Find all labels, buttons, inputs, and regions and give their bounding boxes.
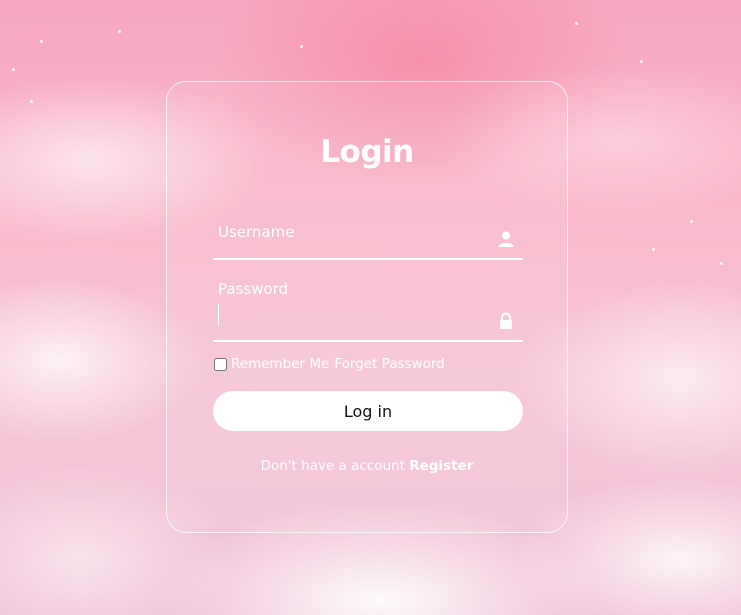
sparkle xyxy=(30,100,33,103)
lock-icon xyxy=(500,312,512,329)
sparkle xyxy=(118,30,121,33)
username-input[interactable] xyxy=(217,220,491,248)
sparkle xyxy=(575,22,578,25)
sparkle xyxy=(300,45,303,48)
login-card: Login Username Password Remember Me Forg… xyxy=(166,81,568,533)
login-button[interactable]: Log in xyxy=(213,391,523,431)
password-label: Password xyxy=(218,280,289,298)
username-field[interactable]: Username xyxy=(213,210,523,260)
register-row: Don't have a account Register xyxy=(167,458,567,474)
login-title: Login xyxy=(320,134,414,170)
register-link[interactable]: Register xyxy=(409,458,473,474)
sparkle xyxy=(720,262,723,265)
sparkle xyxy=(640,60,643,63)
sparkle xyxy=(690,220,693,223)
sparkle xyxy=(652,248,655,251)
password-input[interactable] xyxy=(217,302,491,330)
remember-me-label[interactable]: Remember Me xyxy=(231,356,329,372)
forgot-password-link[interactable]: Forget Password xyxy=(334,356,444,372)
remember-me-checkbox[interactable] xyxy=(214,357,227,371)
sparkle xyxy=(40,40,43,43)
no-account-text: Don't have a account xyxy=(260,458,405,474)
remember-row: Remember Me Forget Password xyxy=(213,356,445,372)
user-icon xyxy=(498,231,514,247)
password-field[interactable]: Password xyxy=(213,267,523,342)
sparkle xyxy=(12,68,15,71)
